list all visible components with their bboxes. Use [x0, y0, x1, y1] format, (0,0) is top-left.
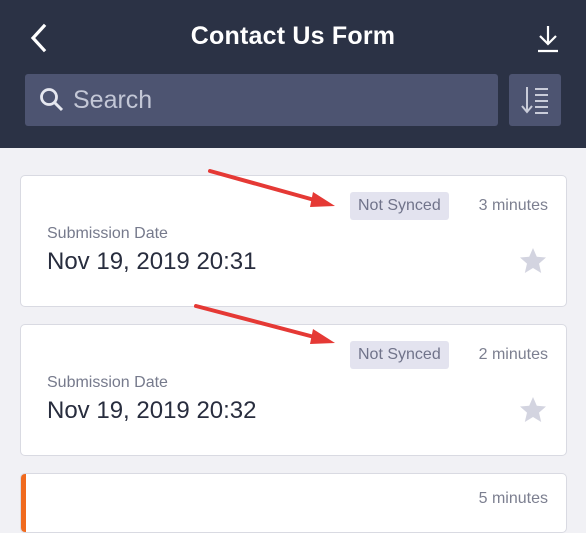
submission-card[interactable]: Not Synced 3 minutes Submission Date Nov…	[20, 175, 567, 307]
unread-accent-bar	[21, 474, 26, 532]
star-icon[interactable]	[518, 395, 548, 425]
search-bar[interactable]	[25, 74, 498, 126]
search-input[interactable]	[73, 85, 473, 115]
submission-card[interactable]: Not Synced 2 minutes Submission Date Nov…	[20, 324, 567, 456]
submission-card[interactable]: 5 minutes	[20, 473, 567, 533]
submission-date-value: Nov 19, 2019 20:31	[47, 248, 257, 275]
sync-status-badge: Not Synced	[350, 341, 449, 369]
sort-button[interactable]	[509, 74, 561, 126]
download-icon	[538, 26, 558, 53]
star-icon[interactable]	[518, 246, 548, 276]
submission-date-label: Submission Date	[47, 374, 168, 391]
submission-date-value: Nov 19, 2019 20:32	[47, 397, 257, 424]
submission-time: 5 minutes	[478, 490, 548, 507]
sync-status-badge: Not Synced	[350, 192, 449, 220]
submission-date-label: Submission Date	[47, 225, 168, 242]
page-title: Contact Us Form	[190, 22, 396, 50]
sort-list-icon	[521, 87, 548, 114]
submission-time: 2 minutes	[478, 346, 548, 363]
search-icon	[40, 88, 64, 112]
download-button[interactable]	[526, 18, 570, 60]
app-header: Contact Us Form	[0, 0, 586, 148]
submission-time: 3 minutes	[478, 197, 548, 214]
